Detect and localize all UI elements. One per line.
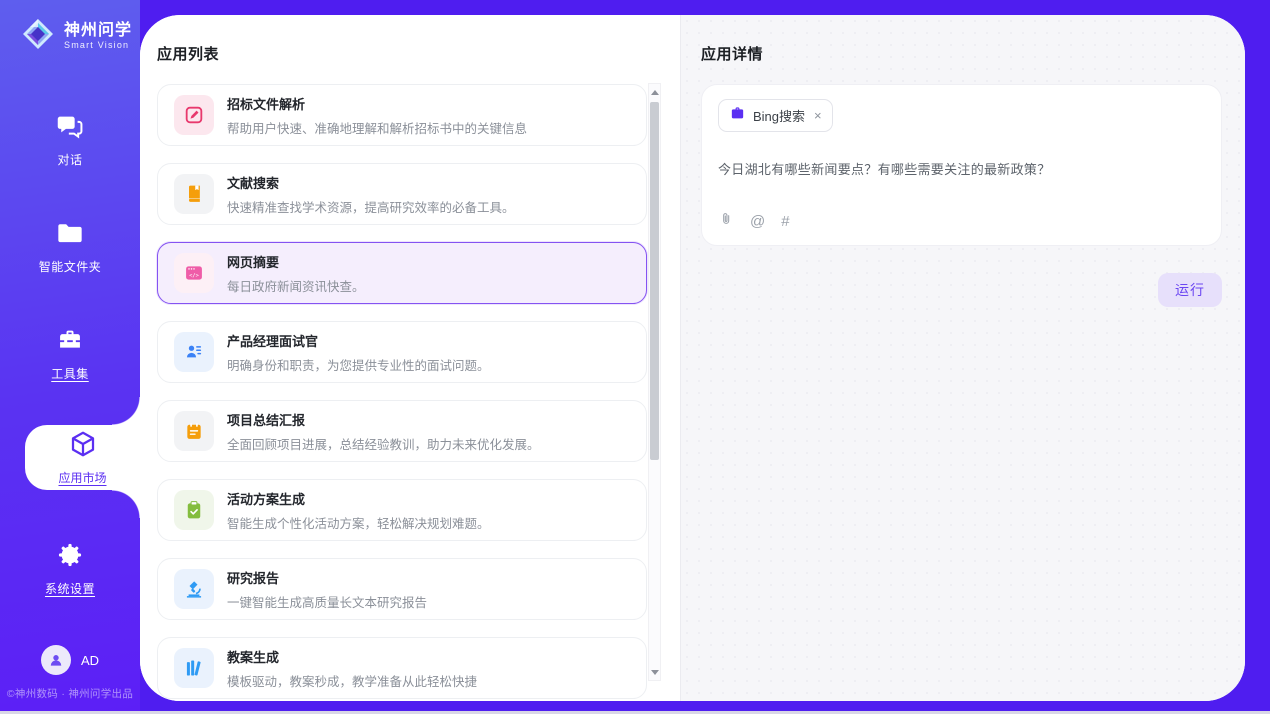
tool-chip-bing-search[interactable]: Bing搜索 × bbox=[718, 99, 833, 132]
sidebar-item-label: 工具集 bbox=[0, 365, 140, 382]
svg-text:</>: </> bbox=[189, 273, 200, 279]
app-card-pm-interviewer[interactable]: 产品经理面试官 明确身份和职责，为您提供专业性的面试问题。 bbox=[157, 321, 647, 383]
main-content: 应用列表 招标文件解析 帮助用户快速、准确地理解和解析招标书中的关键信息 bbox=[140, 15, 1245, 701]
gear-icon bbox=[56, 556, 84, 573]
app-card-web-summary[interactable]: </> 网页摘要 每日政府新闻资讯快查。 bbox=[157, 242, 647, 304]
sidebar: 神州问学 Smart Vision 对话 智能文件夹 工具集 bbox=[0, 0, 140, 711]
sidebar-item-label: 系统设置 bbox=[0, 580, 140, 597]
pen-square-icon bbox=[174, 95, 214, 135]
sidebar-item-label: 对话 bbox=[0, 151, 140, 168]
app-card-desc: 一键智能生成高质量长文本研究报告 bbox=[227, 592, 427, 611]
app-detail-panel: 应用详情 Bing搜索 × 今日湖北有哪些新闻要点？有哪些需要关注的最新政策？ bbox=[680, 15, 1245, 701]
app-card-desc: 全面回顾项目进展，总结经验教训，助力未来优化发展。 bbox=[227, 434, 540, 453]
app-list-title: 应用列表 bbox=[157, 43, 680, 64]
hash-icon[interactable]: # bbox=[781, 214, 789, 229]
user-name: AD bbox=[81, 653, 99, 668]
app-card-title: 文献搜索 bbox=[227, 173, 515, 192]
app-card-event-plan[interactable]: 活动方案生成 智能生成个性化活动方案，轻松解决规划难题。 bbox=[157, 479, 647, 541]
app-logo: 神州问学 Smart Vision bbox=[0, 0, 140, 57]
scroll-up-icon[interactable] bbox=[649, 86, 660, 98]
at-icon[interactable]: @ bbox=[750, 214, 765, 229]
app-card-title: 项目总结汇报 bbox=[227, 410, 540, 429]
app-card-desc: 模板驱动，教案秒成，教学准备从此轻松快捷 bbox=[227, 671, 477, 690]
browser-code-icon: </> bbox=[174, 253, 214, 293]
sidebar-item-label: 智能文件夹 bbox=[0, 258, 140, 275]
interviewer-icon bbox=[174, 332, 214, 372]
prompt-input-card[interactable]: Bing搜索 × 今日湖北有哪些新闻要点？有哪些需要关注的最新政策？ @ # bbox=[701, 84, 1222, 246]
sidebar-item-label: 应用市场 bbox=[58, 469, 106, 486]
close-icon[interactable]: × bbox=[814, 109, 822, 122]
app-card-title: 网页摘要 bbox=[227, 252, 365, 271]
logo-subtitle: Smart Vision bbox=[64, 41, 132, 51]
attachment-toolbar: @ # bbox=[719, 210, 790, 232]
app-card-desc: 每日政府新闻资讯快查。 bbox=[227, 276, 365, 295]
app-card-lesson-plan[interactable]: 教案生成 模板驱动，教案秒成，教学准备从此轻松快捷 bbox=[157, 637, 647, 699]
app-card-desc: 帮助用户快速、准确地理解和解析招标书中的关键信息 bbox=[227, 118, 527, 137]
clipboard-check-icon bbox=[174, 490, 214, 530]
sidebar-item-chat[interactable]: 对话 bbox=[0, 112, 140, 168]
app-card-title: 产品经理面试官 bbox=[227, 331, 490, 350]
cube-icon bbox=[68, 429, 98, 464]
microscope-icon bbox=[174, 569, 214, 609]
app-card-research-report[interactable]: 研究报告 一键智能生成高质量长文本研究报告 bbox=[157, 558, 647, 620]
scrollbar-thumb[interactable] bbox=[650, 102, 659, 460]
scroll-down-icon[interactable] bbox=[649, 666, 660, 678]
sidebar-item-app-market[interactable]: 应用市场 bbox=[25, 425, 140, 490]
app-card-desc: 智能生成个性化活动方案，轻松解决规划难题。 bbox=[227, 513, 490, 532]
app-card-literature-search[interactable]: 文献搜索 快速精准查找学术资源，提高研究效率的必备工具。 bbox=[157, 163, 647, 225]
briefcase-icon bbox=[729, 105, 746, 127]
logo-title: 神州问学 bbox=[64, 22, 132, 40]
app-card-desc: 快速精准查找学术资源，提高研究效率的必备工具。 bbox=[227, 197, 515, 216]
app-list-panel: 应用列表 招标文件解析 帮助用户快速、准确地理解和解析招标书中的关键信息 bbox=[140, 15, 680, 701]
app-card-bid-analysis[interactable]: 招标文件解析 帮助用户快速、准确地理解和解析招标书中的关键信息 bbox=[157, 84, 647, 146]
sidebar-item-toolset[interactable]: 工具集 bbox=[0, 326, 140, 382]
app-card-list: 招标文件解析 帮助用户快速、准确地理解和解析招标书中的关键信息 文献搜索 快速精… bbox=[157, 84, 647, 699]
app-card-title: 教案生成 bbox=[227, 647, 477, 666]
book-icon bbox=[174, 174, 214, 214]
sidebar-item-settings[interactable]: 系统设置 bbox=[0, 541, 140, 597]
tool-chip-label: Bing搜索 bbox=[753, 106, 805, 125]
app-detail-title: 应用详情 bbox=[701, 43, 1222, 64]
books-icon bbox=[174, 648, 214, 688]
app-card-title: 研究报告 bbox=[227, 568, 427, 587]
app-card-title: 活动方案生成 bbox=[227, 489, 490, 508]
paperclip-icon[interactable] bbox=[719, 210, 734, 232]
sidebar-item-smart-folder[interactable]: 智能文件夹 bbox=[0, 219, 140, 275]
app-card-project-summary[interactable]: 项目总结汇报 全面回顾项目进展，总结经验教训，助力未来优化发展。 bbox=[157, 400, 647, 462]
logo-diamond-icon bbox=[20, 16, 56, 57]
avatar bbox=[41, 645, 71, 675]
app-list-scrollbar[interactable] bbox=[648, 83, 661, 681]
user-account[interactable]: AD bbox=[0, 645, 140, 675]
app-card-desc: 明确身份和职责，为您提供专业性的面试问题。 bbox=[227, 355, 490, 374]
query-text[interactable]: 今日湖北有哪些新闻要点？有哪些需要关注的最新政策？ bbox=[718, 159, 1205, 178]
app-card-title: 招标文件解析 bbox=[227, 94, 527, 113]
notepad-icon bbox=[174, 411, 214, 451]
copyright-text: ©神州数码 · 神州问学出品 bbox=[0, 686, 140, 701]
chat-icon bbox=[56, 127, 84, 144]
run-button[interactable]: 运行 bbox=[1158, 273, 1222, 307]
toolbox-icon bbox=[56, 341, 84, 358]
folder-icon bbox=[56, 234, 84, 251]
